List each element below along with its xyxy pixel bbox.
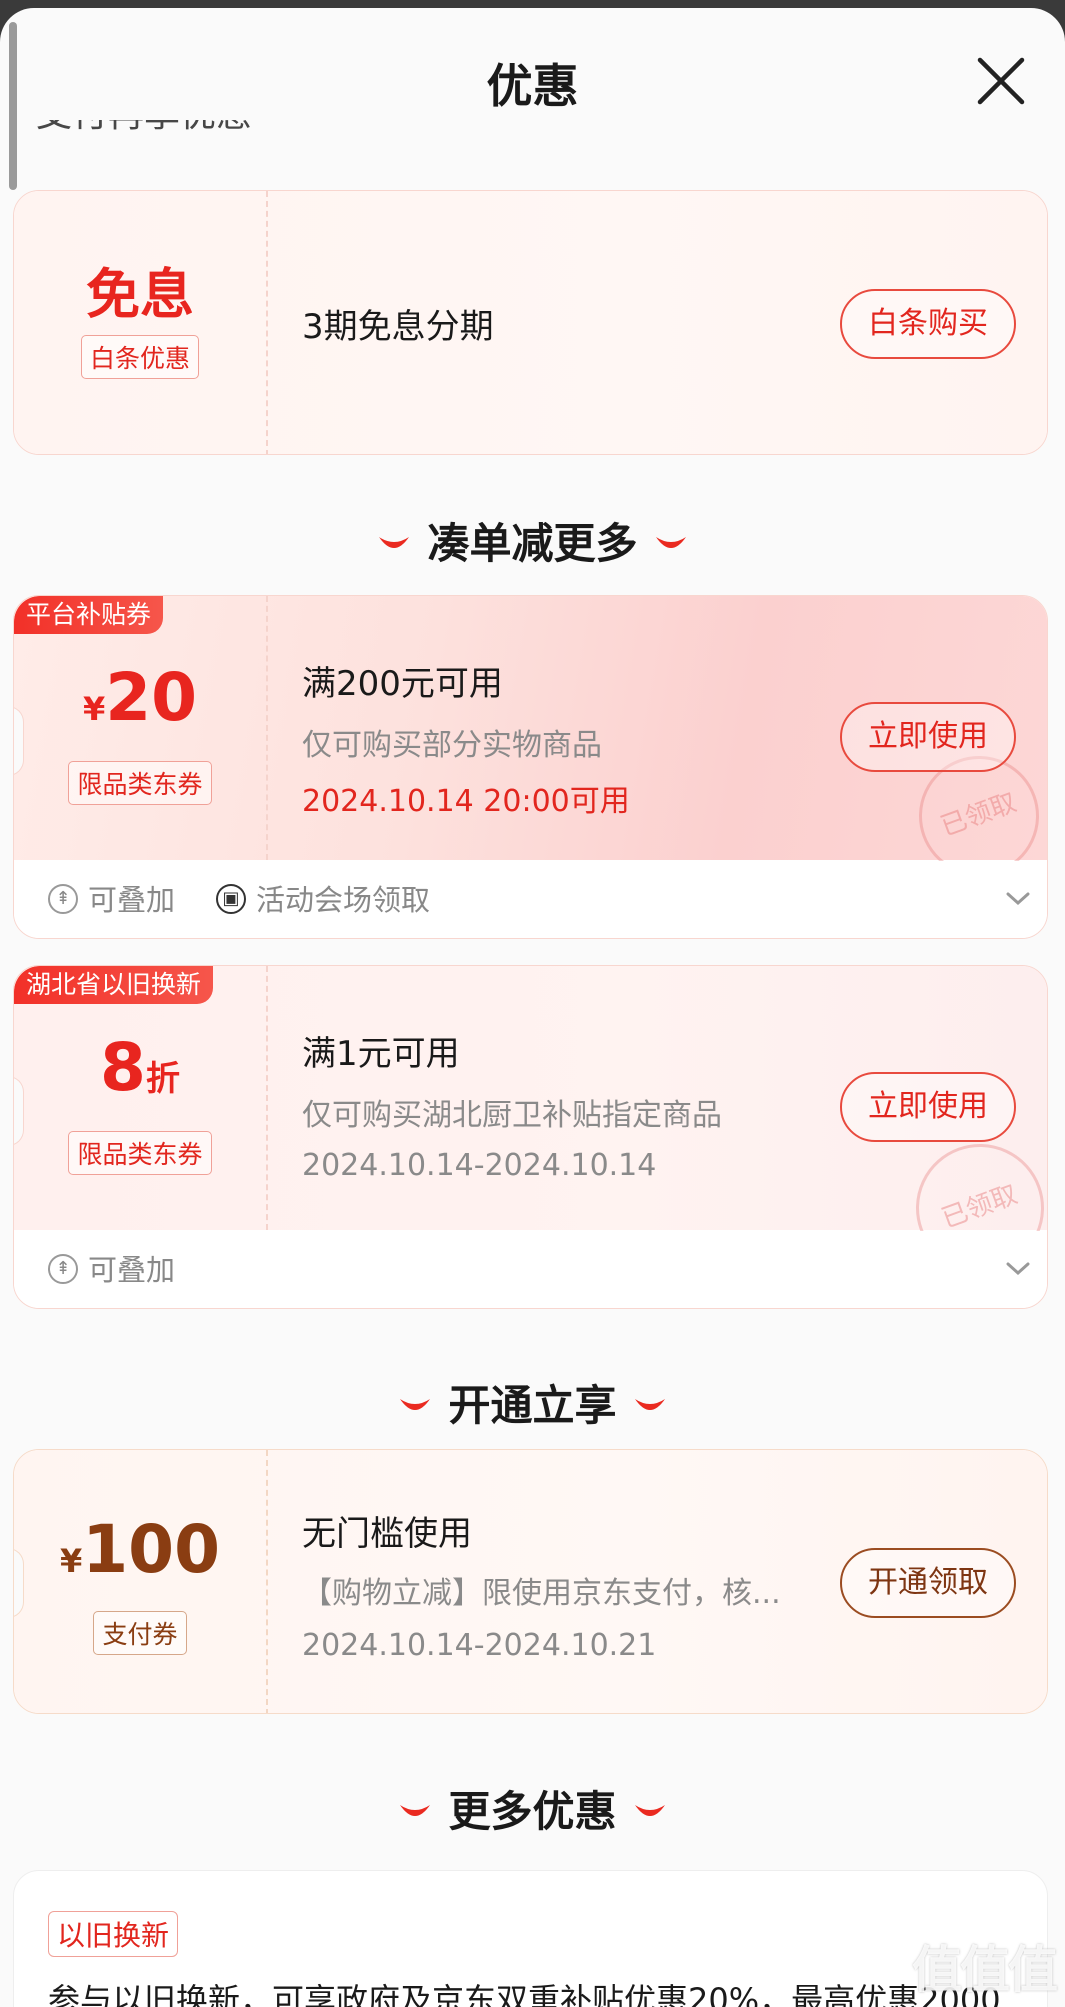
baitiao-title: 3期免息分期 xyxy=(302,307,494,347)
coupon2-tag: 限品类东券 xyxy=(68,1131,212,1175)
coupon2-discount: 8折 xyxy=(100,1029,180,1106)
coupon2-desc: 仅可购买湖北厨卫补贴指定商品 xyxy=(302,1098,722,1133)
trade-in-card[interactable]: 以旧换新 参与以旧换新，可享政府及京东双重补贴优惠20%，最高优惠2000 xyxy=(13,1870,1048,2007)
stackable-label: ⇞ 可叠加 xyxy=(48,1251,175,1289)
trade-in-text: 参与以旧换新，可享政府及京东双重补贴优惠20%，最高优惠2000 xyxy=(48,1981,1001,2007)
smile-icon xyxy=(400,1398,431,1410)
trade-in-badge: 湖北省以旧换新 xyxy=(14,966,214,1004)
coupon1-time: 2024.10.14 20:00可用 xyxy=(302,784,630,819)
coupon3-amount: ¥100 xyxy=(59,1511,221,1588)
coupon1-tag: 限品类东券 xyxy=(68,761,212,805)
trade-in-tag: 以旧换新 xyxy=(48,1911,179,1957)
coupon3-tag: 支付券 xyxy=(93,1611,187,1655)
coupon-card-3: ¥100 支付券 无门槛使用 【购物立减】限使用京东支付，核... 2024.1… xyxy=(13,1449,1048,1714)
watermark-logo: 值值值 xyxy=(912,1941,1058,1999)
coupon3-activate-button[interactable]: 开通领取 xyxy=(840,1548,1016,1618)
stackable-label: ⇞ 可叠加 xyxy=(48,881,175,919)
close-button[interactable] xyxy=(974,54,1028,108)
coupon1-title: 满200元可用 xyxy=(302,664,503,704)
section-title-activate: 开通立享 xyxy=(0,1372,1065,1433)
coupon-card-2: 已领取 湖北省以旧换新 8折 限品类东券 满1元可用 仅可购买湖北厨卫补贴指定商… xyxy=(13,965,1048,1309)
coupon1-use-button[interactable]: 立即使用 xyxy=(840,702,1016,772)
platform-subsidy-badge: 平台补贴券 xyxy=(14,596,164,634)
section-title-more: 更多优惠 xyxy=(0,1778,1065,1839)
coupon1-desc: 仅可购买部分实物商品 xyxy=(302,728,602,763)
coupon2-title: 满1元可用 xyxy=(302,1034,460,1074)
baitiao-big: 免息 xyxy=(86,263,194,326)
chevron-down-icon[interactable] xyxy=(1004,1257,1032,1279)
smile-icon xyxy=(400,1804,431,1816)
stack-icon: ⇞ xyxy=(48,1254,78,1284)
coupon3-desc: 【购物立减】限使用京东支付，核... xyxy=(302,1576,781,1611)
smile-icon xyxy=(379,536,410,548)
page-title: 优惠 xyxy=(486,59,579,113)
smile-icon xyxy=(634,1398,665,1410)
stack-icon: ⇞ xyxy=(48,884,78,914)
coupon2-footer[interactable]: ⇞ 可叠加 xyxy=(14,1231,1047,1308)
source-label: ▣ 活动会场领取 xyxy=(216,881,430,919)
coupon3-title: 无门槛使用 xyxy=(302,1514,472,1554)
coupon1-amount: ¥20 xyxy=(82,659,198,736)
coupon3-time: 2024.10.14-2024.10.21 xyxy=(302,1628,657,1663)
ticket-icon: ▣ xyxy=(216,884,246,914)
coupon1-footer[interactable]: ⇞ 可叠加 ▣ 活动会场领取 xyxy=(14,861,1047,938)
peek-section-title: 支付再享优惠 xyxy=(36,120,436,160)
close-icon xyxy=(977,57,1025,105)
coupon-card-1: 已领取 平台补贴券 ¥20 限品类东券 满200元可用 仅可购买部分实物商品 2… xyxy=(13,595,1048,939)
coupon-sheet: 支付再享优惠 优惠 免息 白条优惠 3期免息分期 白条购买 凑单减更多 已领取 … xyxy=(0,8,1065,2007)
coupon2-time: 2024.10.14-2024.10.14 xyxy=(302,1148,657,1183)
section-title-combine: 凑单减更多 xyxy=(0,510,1065,571)
baitiao-tag: 白条优惠 xyxy=(80,335,199,379)
chevron-down-icon[interactable] xyxy=(1004,887,1032,909)
smile-icon xyxy=(655,536,686,548)
baitiao-card: 免息 白条优惠 3期免息分期 白条购买 xyxy=(13,190,1048,455)
coupon2-use-button[interactable]: 立即使用 xyxy=(840,1072,1016,1142)
smile-icon xyxy=(634,1804,665,1816)
baitiao-buy-button[interactable]: 白条购买 xyxy=(840,289,1016,359)
